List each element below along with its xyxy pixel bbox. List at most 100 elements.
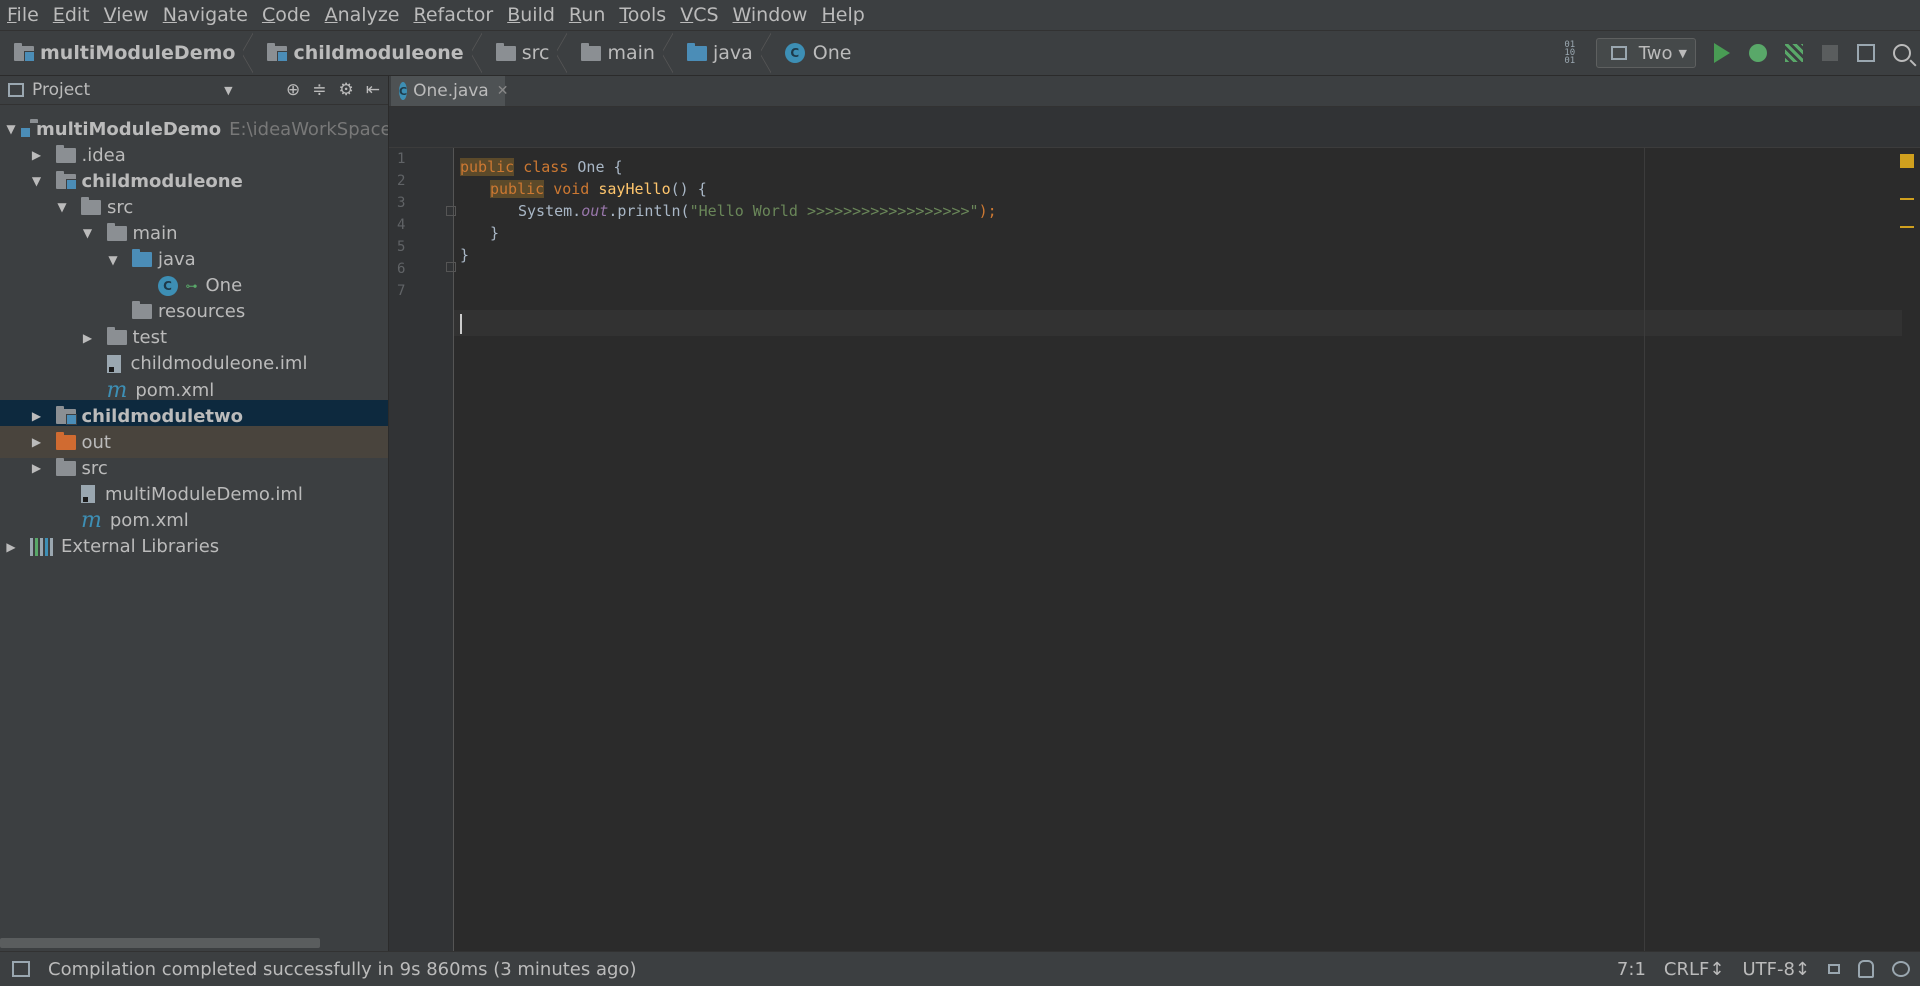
expanded-arrow-icon[interactable]: ▼	[102, 253, 124, 267]
menu-edit[interactable]: Edit	[46, 4, 97, 26]
run-icon	[1714, 43, 1730, 63]
code-line-6: }	[460, 246, 470, 264]
project-icon	[8, 83, 24, 97]
maven-icon: m	[106, 377, 128, 403]
hide-panel-icon[interactable]: ⇤	[366, 80, 380, 100]
folder-icon	[132, 301, 152, 320]
editor-tab-bar: C One.java ✕	[389, 76, 1920, 107]
tree-item-label: External Libraries	[61, 536, 220, 558]
close-icon[interactable]: ✕	[497, 83, 509, 99]
collapsed-arrow-icon[interactable]: ▶	[26, 461, 48, 475]
expanded-arrow-icon[interactable]: ▼	[0, 122, 22, 136]
chevron-down-icon[interactable]: ▼	[224, 84, 232, 97]
breadcrumb-java[interactable]: java	[673, 31, 771, 75]
breadcrumb-one[interactable]: C One	[771, 31, 851, 75]
tab-label: One.java	[413, 81, 489, 101]
vcs-update-icon[interactable]: 01 10 01	[1552, 31, 1588, 75]
collapsed-arrow-icon[interactable]: ▶	[77, 331, 99, 345]
project-panel-header[interactable]: Project ▼ ⊕ ≑ ⚙ ⇤	[0, 76, 388, 105]
source-folder-icon	[686, 42, 707, 61]
collapse-all-icon[interactable]: ≑	[312, 80, 326, 100]
tree-item-path: E:\ideaWorkSpace\multiMo	[229, 118, 388, 140]
run-config-label: Two	[1638, 42, 1673, 64]
menu-tools[interactable]: Tools	[612, 4, 673, 26]
editor-gutter[interactable]: 1234567	[389, 148, 454, 952]
tree-item[interactable]: ▶ External Libraries	[0, 531, 388, 563]
menu-code[interactable]: Code	[255, 4, 318, 26]
project-panel-title: Project	[32, 80, 91, 100]
stop-button[interactable]	[1812, 31, 1848, 75]
expanded-arrow-icon[interactable]: ▼	[26, 174, 48, 188]
status-message[interactable]: Compilation completed successfully in 9s…	[48, 959, 636, 980]
code-editor[interactable]: public class One { public void sayHello(…	[454, 148, 1920, 952]
tree-item-label: multiModuleDemo.iml	[105, 483, 303, 505]
run-button[interactable]	[1704, 31, 1740, 75]
debug-button[interactable]	[1740, 31, 1776, 75]
file-encoding[interactable]: UTF-8↕	[1742, 959, 1810, 980]
right-margin-guide	[1644, 148, 1645, 952]
module-folder-icon	[55, 405, 77, 425]
menu-vcs[interactable]: VCS	[673, 4, 725, 26]
menu-run[interactable]: Run	[562, 4, 612, 26]
expanded-arrow-icon[interactable]: ▼	[77, 226, 99, 240]
menu-refactor[interactable]: Refactor	[406, 4, 500, 26]
menu-analyze[interactable]: Analyze	[318, 4, 407, 26]
expanded-arrow-icon[interactable]: ▼	[51, 200, 73, 214]
warning-marker[interactable]	[1900, 198, 1914, 200]
caret-position[interactable]: 7:1	[1617, 959, 1646, 980]
tree-item-label: out	[81, 431, 111, 453]
hector-icon[interactable]	[1858, 960, 1874, 978]
tree-item-label: pom.xml	[109, 510, 189, 531]
breadcrumb-childmoduleone[interactable]: childmoduleone	[253, 31, 482, 75]
search-everywhere-button[interactable]	[1884, 31, 1920, 75]
menu-bar: File Edit View Navigate Code Analyze Refactor B…	[0, 0, 1920, 31]
menu-window[interactable]: Window	[726, 4, 815, 26]
breadcrumb-src[interactable]: src	[482, 31, 568, 75]
menu-navigate[interactable]: Navigate	[156, 4, 255, 26]
run-configuration-select[interactable]: Two ▼	[1595, 38, 1696, 68]
warning-marker[interactable]	[1900, 226, 1914, 228]
project-structure-button[interactable]	[1848, 31, 1884, 75]
gear-icon[interactable]: ⚙	[339, 80, 354, 100]
collapsed-arrow-icon[interactable]: ▶	[26, 409, 48, 423]
search-icon	[1893, 44, 1911, 62]
tree-item-label: src	[81, 457, 108, 479]
public-access-icon: ⊶	[185, 278, 198, 293]
coverage-icon	[1785, 44, 1803, 62]
collapsed-arrow-icon[interactable]: ▶	[26, 435, 48, 449]
module-folder-icon	[14, 42, 35, 62]
tool-windows-icon[interactable]	[12, 961, 30, 977]
breadcrumb-separator	[243, 31, 254, 75]
tab-one-java[interactable]: C One.java ✕	[391, 76, 508, 106]
folder-icon	[55, 144, 76, 163]
line-separator[interactable]: CRLF↕	[1664, 959, 1725, 980]
code-line-4: System.out.println("Hello World >>>>>>>>…	[518, 202, 997, 220]
event-log-icon[interactable]	[1892, 961, 1910, 977]
text-caret	[460, 314, 462, 334]
breadcrumb-main[interactable]: main	[567, 31, 673, 75]
iml-file-icon	[106, 354, 121, 373]
lock-icon[interactable]	[1828, 964, 1840, 974]
tree-item-label: test	[132, 327, 168, 349]
status-bar: Compilation completed successfully in 9s…	[0, 951, 1920, 986]
locate-icon[interactable]: ⊕	[286, 80, 300, 100]
class-icon: C	[399, 82, 408, 100]
folder-icon	[55, 457, 76, 476]
horizontal-scrollbar[interactable]	[0, 938, 320, 948]
inspection-status-icon[interactable]	[1900, 154, 1914, 168]
breadcrumb-label: src	[521, 42, 550, 64]
code-line-5: }	[490, 224, 500, 242]
tree-item-label: .idea	[81, 144, 126, 166]
breadcrumb-multimoduledemo[interactable]: multiModuleDemo	[0, 31, 254, 75]
tree-item-label: childmoduleone.iml	[130, 353, 308, 375]
menu-build[interactable]: Build	[500, 4, 562, 26]
coverage-button[interactable]	[1776, 31, 1812, 75]
menu-file[interactable]: File	[0, 4, 46, 26]
menu-view[interactable]: View	[97, 4, 156, 26]
menu-help[interactable]: Help	[814, 4, 871, 26]
source-folder-icon	[132, 249, 152, 267]
collapsed-arrow-icon[interactable]: ▶	[26, 148, 48, 162]
breadcrumb-label: multiModuleDemo	[40, 42, 236, 64]
tree-item-label: childmoduleone	[81, 170, 243, 192]
collapsed-arrow-icon[interactable]: ▶	[0, 540, 22, 554]
